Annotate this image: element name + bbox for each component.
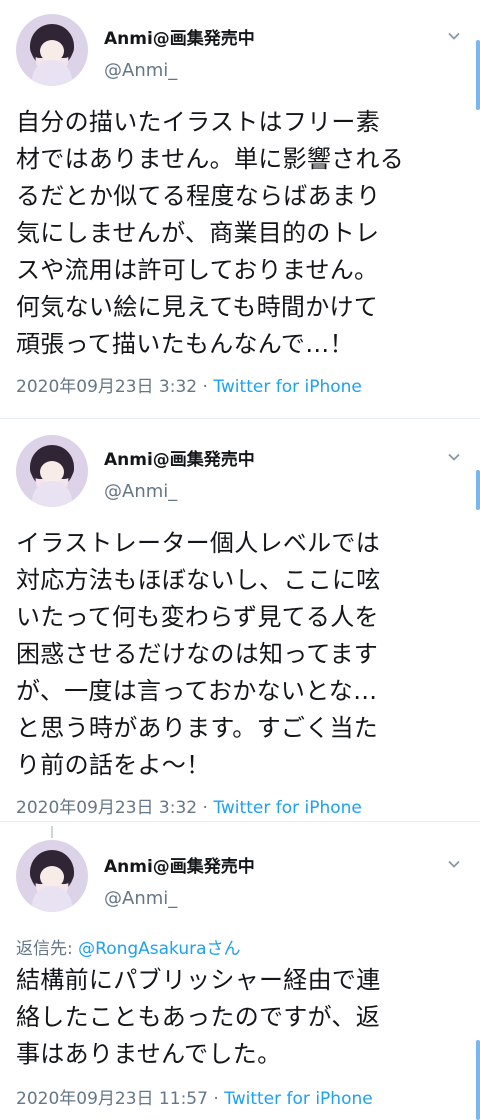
avatar-face	[40, 461, 64, 483]
tweet-3[interactable]: Anmi@画集発売中 @Anmi_ 返信先: @RongAsakuraさん 結構…	[0, 822, 480, 1120]
chevron-down-icon[interactable]	[448, 858, 460, 870]
display-name[interactable]: Anmi@画集発売中	[104, 445, 255, 470]
text-line: り前の話をよ〜！	[16, 751, 211, 779]
reply-prefix: 返信先:	[16, 939, 79, 959]
meta-separator: ·	[197, 798, 214, 818]
text-line: 自分の描いたイラストはフリー素	[16, 108, 381, 136]
text-line: 頑張って描いたもんなんで…！	[16, 330, 354, 358]
scroll-indicator	[476, 1040, 480, 1120]
user-handle[interactable]: @Anmi_	[104, 888, 177, 909]
meta-separator: ·	[207, 1089, 225, 1109]
text-line: が、一度は言っておかないとな…	[16, 677, 378, 705]
text-line: 対応方法もほぼないし、ここに呟	[16, 566, 381, 594]
display-name[interactable]: Anmi@画集発売中	[104, 852, 255, 877]
text-line: 困惑させるだけなのは知ってます	[16, 640, 379, 668]
avatar-face	[40, 40, 64, 62]
text-line: イラストレーター個人レベルでは	[16, 529, 381, 557]
tweet-text: 自分の描いたイラストはフリー素 材ではありません。単に影響される るだとか似てる…	[16, 104, 468, 363]
client-link[interactable]: Twitter for iPhone	[224, 1089, 373, 1109]
text-line: 何気ない絵に見えても時間かけて	[16, 293, 379, 321]
chevron-down-icon[interactable]	[448, 451, 460, 463]
avatar[interactable]	[16, 840, 88, 912]
scroll-indicator	[476, 40, 480, 110]
avatar-face	[40, 866, 64, 888]
avatar-dress	[32, 481, 72, 507]
tweet-1[interactable]: Anmi@画集発売中 @Anmi_ 自分の描いたイラストはフリー素 材ではありま…	[0, 0, 480, 418]
tweet-meta: 2020年09月23日 3:32 · Twitter for iPhone	[16, 793, 362, 818]
text-line: るだとか似てる程度ならばあまり	[16, 182, 381, 210]
text-line: と思う時があります。すごく当た	[16, 714, 379, 742]
client-link[interactable]: Twitter for iPhone	[213, 377, 362, 397]
tweet-meta: 2020年09月23日 11:57 · Twitter for iPhone	[16, 1084, 373, 1109]
text-line: いたって何も変わらず見てる人を	[16, 603, 379, 631]
avatar-dress	[32, 886, 72, 912]
timestamp[interactable]: 2020年09月23日 3:32	[16, 798, 197, 818]
avatar[interactable]	[16, 14, 88, 86]
user-handle[interactable]: @Anmi_	[104, 481, 177, 502]
text-line: 材ではありません。単に影響される	[16, 145, 405, 173]
text-line: 事はありませんでした。	[16, 1040, 282, 1068]
user-handle[interactable]: @Anmi_	[104, 60, 177, 81]
text-line: 気にしませんが、商業目的のトレ	[16, 219, 380, 247]
display-name[interactable]: Anmi@画集発売中	[104, 24, 255, 49]
tweet-text: イラストレーター個人レベルでは 対応方法もほぼないし、ここに呟 いたって何も変わ…	[16, 525, 468, 784]
text-line: スや流用は許可しておりません。	[16, 256, 379, 284]
timestamp[interactable]: 2020年09月23日 3:32	[16, 377, 197, 397]
text-line: 結構前にパブリッシャー経由で連	[16, 966, 381, 994]
scroll-indicator	[476, 470, 480, 510]
text-line: 絡したこともあったのですが、返	[16, 1003, 381, 1031]
meta-separator: ·	[197, 377, 214, 397]
tweet-meta: 2020年09月23日 3:32 · Twitter for iPhone	[16, 372, 362, 397]
tweet-2[interactable]: Anmi@画集発売中 @Anmi_ イラストレーター個人レベルでは 対応方法もほ…	[0, 419, 480, 821]
tweet-text: 結構前にパブリッシャー経由で連 絡したこともあったのですが、返 事はありませんで…	[16, 962, 468, 1073]
client-link[interactable]: Twitter for iPhone	[213, 798, 362, 818]
avatar[interactable]	[16, 435, 88, 507]
reply-mention-link[interactable]: @RongAsakuraさん	[78, 939, 240, 959]
timestamp[interactable]: 2020年09月23日 11:57	[16, 1089, 208, 1109]
chevron-down-icon[interactable]	[448, 30, 460, 42]
reply-context: 返信先: @RongAsakuraさん	[16, 934, 241, 959]
avatar-dress	[32, 60, 72, 86]
